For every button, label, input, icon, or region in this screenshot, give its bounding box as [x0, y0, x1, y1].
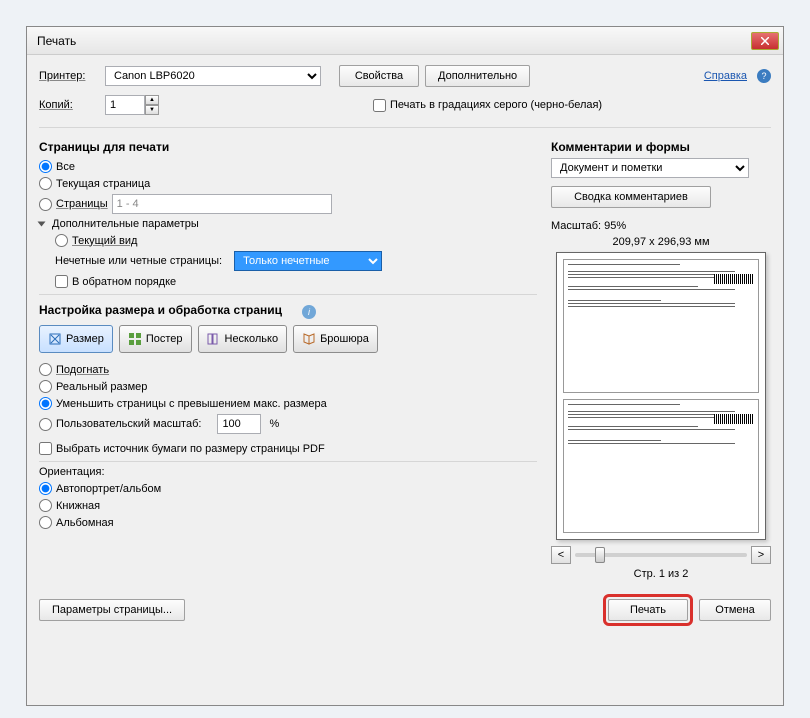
advanced-params-toggle[interactable]: Дополнительные параметры — [39, 216, 537, 232]
copies-label: Копий: — [39, 99, 99, 111]
close-button[interactable] — [751, 32, 779, 50]
multiple-icon — [207, 332, 221, 346]
pages-current-label: Текущая страница — [56, 178, 150, 190]
info-icon[interactable]: i — [302, 305, 316, 319]
custom-scale-radio[interactable] — [39, 418, 52, 431]
grayscale-checkbox[interactable] — [373, 99, 386, 112]
pages-range-input[interactable] — [112, 194, 332, 214]
pages-range-radio[interactable] — [39, 198, 52, 211]
preview-slider[interactable] — [575, 553, 747, 557]
copies-spinner[interactable]: ▲ ▼ — [105, 95, 159, 115]
slider-thumb-icon[interactable] — [595, 547, 605, 563]
actual-radio[interactable] — [39, 380, 52, 393]
scale-label: Масштаб: 95% — [551, 220, 771, 232]
actual-label: Реальный размер — [56, 381, 147, 393]
properties-button[interactable]: Свойства — [339, 65, 419, 87]
percent-label: % — [269, 418, 279, 430]
shrink-radio[interactable] — [39, 397, 52, 410]
page-dimensions: 209,97 x 296,93 мм — [551, 236, 771, 248]
custom-scale-label: Пользовательский масштаб: — [56, 418, 201, 430]
pages-group-title: Страницы для печати — [39, 140, 537, 154]
preview-page-bottom — [563, 399, 759, 533]
titlebar: Печать — [27, 27, 783, 55]
booklet-icon — [302, 332, 316, 346]
advanced-params-label: Дополнительные параметры — [52, 218, 199, 230]
reverse-checkbox[interactable] — [55, 275, 68, 288]
help-link[interactable]: Справка — [704, 70, 747, 82]
fit-label: Подогнать — [56, 364, 109, 376]
orient-portrait-radio[interactable] — [39, 499, 52, 512]
cancel-button[interactable]: Отмена — [699, 599, 771, 621]
orient-landscape-radio[interactable] — [39, 516, 52, 529]
copies-input[interactable] — [105, 95, 145, 115]
printer-label: Принтер: — [39, 70, 99, 82]
current-view-label: Текущий вид — [72, 235, 137, 247]
page-status: Стр. 1 из 2 — [551, 568, 771, 580]
print-button[interactable]: Печать — [608, 599, 688, 621]
paper-source-label: Выбрать источник бумаги по размеру стран… — [56, 443, 325, 455]
dialog-title: Печать — [37, 34, 76, 48]
size-icon — [48, 332, 62, 346]
poster-icon — [128, 332, 142, 346]
paper-source-checkbox[interactable] — [39, 442, 52, 455]
orientation-title: Ориентация: — [39, 466, 537, 478]
reverse-label: В обратном порядке — [72, 276, 176, 288]
pages-all-radio[interactable] — [39, 160, 52, 173]
sizing-title: Настройка размера и обработка страниц — [39, 303, 282, 317]
pages-range-label: Страницы — [56, 198, 108, 210]
orient-portrait-label: Книжная — [56, 500, 100, 512]
grayscale-label: Печать в градациях серого (черно-белая) — [390, 99, 602, 111]
barcode-icon — [714, 414, 754, 424]
tab-multiple[interactable]: Несколько — [198, 325, 288, 353]
spinner-up-icon[interactable]: ▲ — [145, 95, 159, 105]
fit-radio[interactable] — [39, 363, 52, 376]
summarize-comments-button[interactable]: Сводка комментариев — [551, 186, 711, 208]
tab-size[interactable]: Размер — [39, 325, 113, 353]
print-preview — [556, 252, 766, 540]
help-icon[interactable]: ? — [757, 69, 771, 83]
print-dialog: Печать Принтер: Canon LBP6020 Свойства Д… — [26, 26, 784, 706]
custom-scale-input[interactable] — [217, 414, 261, 434]
page-setup-button[interactable]: Параметры страницы... — [39, 599, 185, 621]
pages-current-radio[interactable] — [39, 177, 52, 190]
barcode-icon — [714, 274, 754, 284]
advanced-button[interactable]: Дополнительно — [425, 65, 530, 87]
orient-auto-radio[interactable] — [39, 482, 52, 495]
odd-even-select[interactable]: Только нечетные — [234, 251, 382, 271]
spinner-down-icon[interactable]: ▼ — [145, 105, 159, 115]
comments-title: Комментарии и формы — [551, 140, 771, 154]
shrink-label: Уменьшить страницы с превышением макс. р… — [56, 398, 327, 410]
pages-all-label: Все — [56, 161, 75, 173]
odd-even-label: Нечетные или четные страницы: — [55, 255, 222, 267]
printer-select[interactable]: Canon LBP6020 — [105, 66, 321, 86]
comments-select[interactable]: Документ и пометки — [551, 158, 749, 178]
close-icon — [761, 37, 769, 45]
current-view-radio[interactable] — [55, 234, 68, 247]
orient-landscape-label: Альбомная — [56, 517, 114, 529]
orient-auto-label: Автопортрет/альбом — [56, 483, 161, 495]
triangle-down-icon — [38, 222, 46, 227]
tab-poster[interactable]: Постер — [119, 325, 192, 353]
preview-prev-button[interactable]: < — [551, 546, 571, 564]
tab-booklet[interactable]: Брошюра — [293, 325, 378, 353]
preview-next-button[interactable]: > — [751, 546, 771, 564]
preview-page-top — [563, 259, 759, 393]
print-button-highlight: Печать — [603, 594, 693, 626]
